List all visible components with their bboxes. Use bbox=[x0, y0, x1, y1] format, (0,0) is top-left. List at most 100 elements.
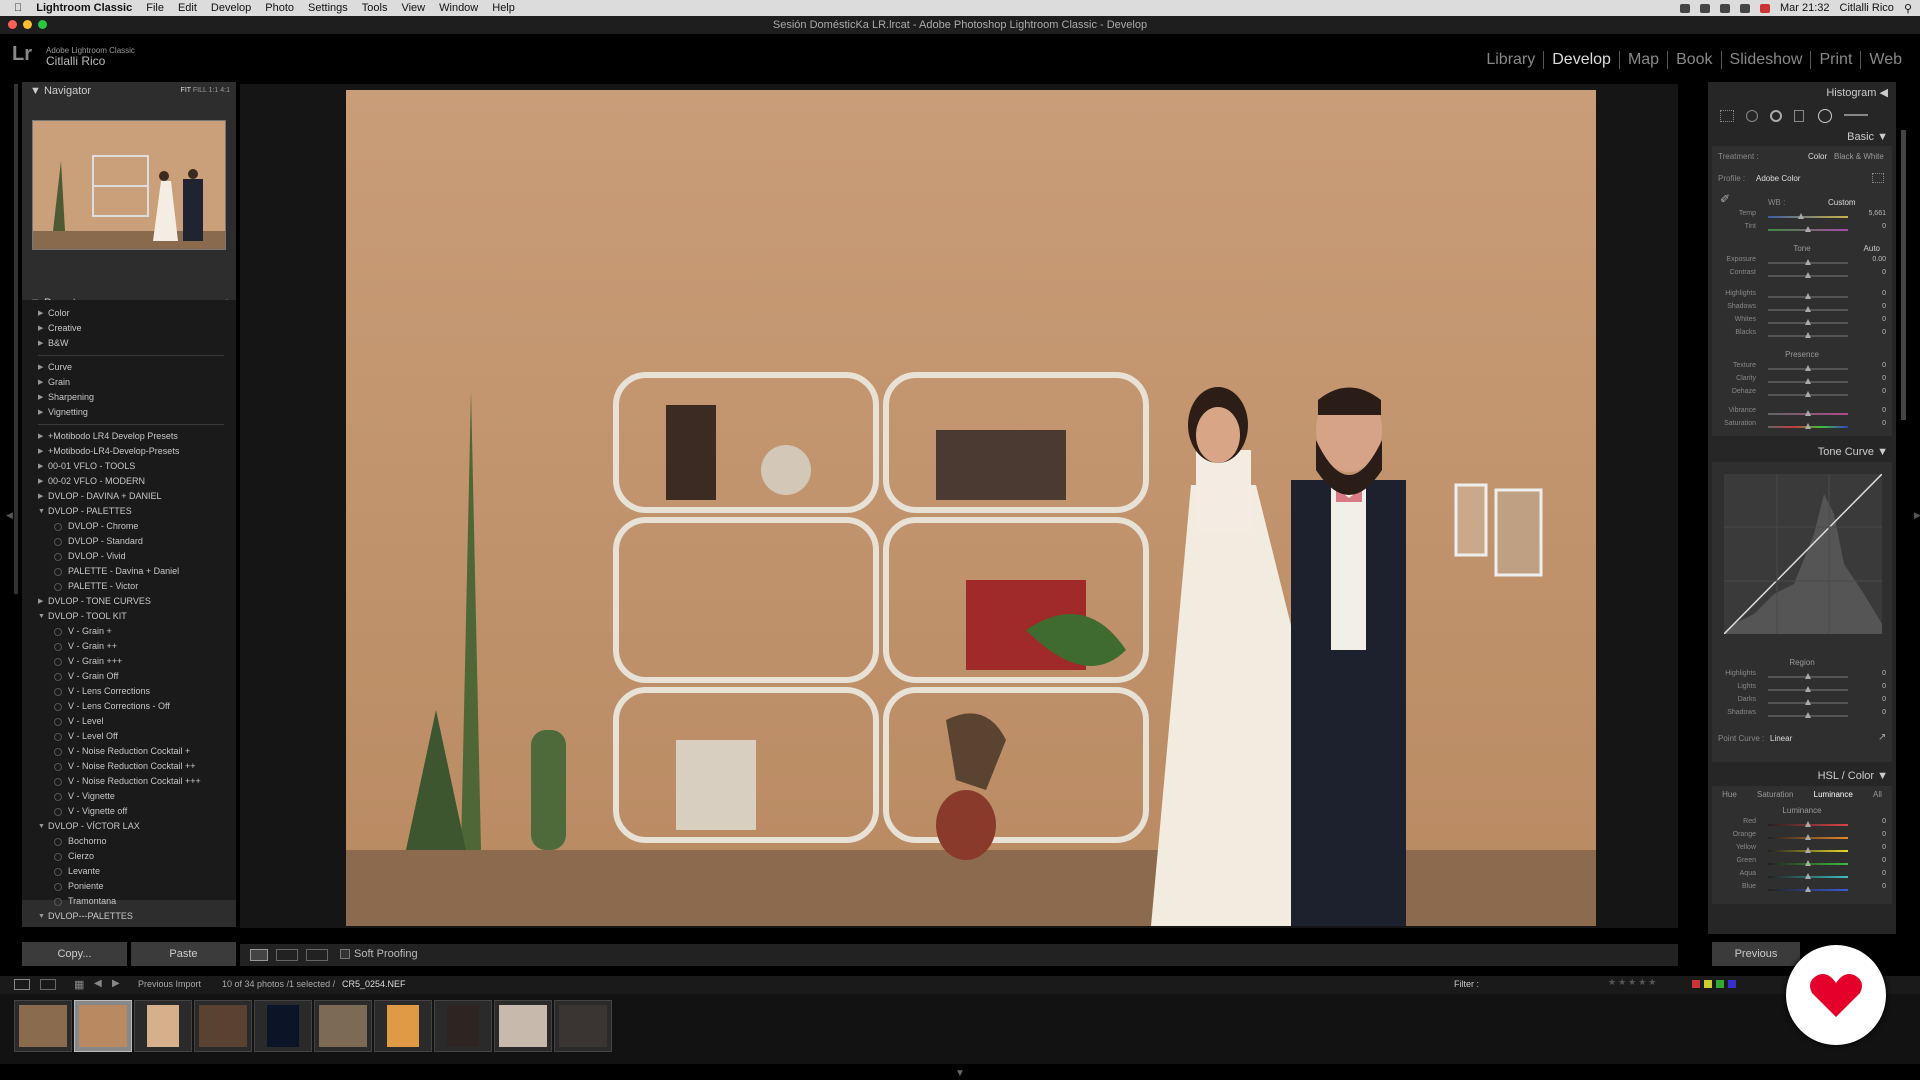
preset-item[interactable]: V - Grain +++ bbox=[22, 654, 236, 669]
preset-item[interactable]: DVLOP - Standard bbox=[22, 534, 236, 549]
exposure-slider[interactable]: Exposure 0.00 bbox=[1712, 256, 1892, 269]
menu-settings[interactable]: Settings bbox=[308, 2, 348, 14]
back-arrow-icon[interactable]: ◀ bbox=[94, 978, 102, 989]
preset-item[interactable]: V - Vignette off bbox=[22, 804, 236, 819]
zoom-4-1[interactable]: 4:1 bbox=[220, 87, 230, 94]
slider-value[interactable]: 0 bbox=[1862, 857, 1886, 864]
collapse-triangle-icon[interactable]: ▼ bbox=[1877, 131, 1888, 143]
slider-knob[interactable] bbox=[1805, 686, 1811, 692]
blacks-slider[interactable]: Blacks 0 bbox=[1712, 329, 1892, 342]
slider-knob[interactable] bbox=[1805, 834, 1811, 840]
rating-filter-stars[interactable]: ★★★★★ bbox=[1608, 977, 1658, 988]
zoom-fit[interactable]: FIT bbox=[181, 87, 191, 94]
preset-item[interactable]: V - Lens Corrections - Off bbox=[22, 699, 236, 714]
clarity-slider[interactable]: Clarity 0 bbox=[1712, 375, 1892, 388]
tab-luminance[interactable]: Luminance bbox=[1814, 786, 1853, 804]
loupe-view-icon[interactable] bbox=[250, 949, 268, 961]
preset-item[interactable]: V - Grain + bbox=[22, 624, 236, 639]
lum-aqua-slider[interactable]: Aqua 0 bbox=[1712, 870, 1892, 883]
color-label-filter-green[interactable] bbox=[1716, 980, 1724, 988]
forward-arrow-icon[interactable]: ▶ bbox=[112, 978, 120, 989]
preset-group[interactable]: ▶ DVLOP - DAVINA + DANIEL bbox=[22, 489, 236, 504]
slider-track[interactable] bbox=[1768, 216, 1848, 218]
filmstrip-thumbnail[interactable] bbox=[554, 1000, 612, 1052]
preset-item[interactable]: Cierzo bbox=[22, 849, 236, 864]
slider-value[interactable]: 0 bbox=[1862, 303, 1886, 310]
slider-value[interactable]: 0 bbox=[1862, 290, 1886, 297]
module-slideshow[interactable]: Slideshow bbox=[1720, 51, 1811, 69]
slider-value[interactable]: 0 bbox=[1862, 670, 1886, 677]
slider-value[interactable]: 5,661 bbox=[1862, 210, 1886, 217]
edit-point-curve-icon[interactable]: ↗ bbox=[1878, 732, 1886, 743]
dehaze-slider[interactable]: Dehaze 0 bbox=[1712, 388, 1892, 401]
preset-group-open[interactable]: ▼ DVLOP - PALETTES bbox=[22, 504, 236, 519]
filmstrip-thumbnail[interactable] bbox=[494, 1000, 552, 1052]
slider-value[interactable]: 0 bbox=[1862, 883, 1886, 890]
slider-knob[interactable] bbox=[1805, 259, 1811, 265]
treatment-color-button[interactable]: Color bbox=[1808, 152, 1827, 161]
preset-group[interactable]: ▶ Grain bbox=[22, 375, 236, 390]
slider-knob[interactable] bbox=[1805, 860, 1811, 866]
disclosure-triangle-icon[interactable]: ▼ bbox=[30, 85, 41, 97]
right-panel-collapse-icon[interactable]: ▶ bbox=[1914, 510, 1920, 521]
menu-window[interactable]: Window bbox=[439, 2, 478, 14]
volume-icon[interactable] bbox=[1740, 3, 1750, 13]
slider-knob[interactable] bbox=[1805, 365, 1811, 371]
tone-curve-graph[interactable] bbox=[1723, 473, 1883, 635]
slider-knob[interactable] bbox=[1805, 712, 1811, 718]
slider-knob[interactable] bbox=[1805, 886, 1811, 892]
hsl-header[interactable]: HSL / Color ▼ bbox=[1708, 766, 1896, 786]
preset-group-open[interactable]: ▼ DVLOP - VÍCTOR LAX bbox=[22, 819, 236, 834]
slider-knob[interactable] bbox=[1805, 873, 1811, 879]
profile-browser-icon[interactable] bbox=[1872, 173, 1884, 183]
preset-group[interactable]: ▶ Vignetting bbox=[22, 405, 236, 420]
filmstrip-thumbnail[interactable] bbox=[374, 1000, 432, 1052]
lum-orange-slider[interactable]: Orange 0 bbox=[1712, 831, 1892, 844]
preset-group[interactable]: ▶ Color bbox=[22, 306, 236, 321]
lum-red-slider[interactable]: Red 0 bbox=[1712, 818, 1892, 831]
slider-value[interactable]: 0 bbox=[1862, 709, 1886, 716]
wb-dropdown[interactable]: Custom bbox=[1828, 198, 1856, 207]
lum-green-slider[interactable]: Green 0 bbox=[1712, 857, 1892, 870]
point-curve-dropdown[interactable]: Linear bbox=[1770, 734, 1792, 743]
slider-value[interactable]: 0 bbox=[1862, 223, 1886, 230]
preset-item[interactable]: V - Grain ++ bbox=[22, 639, 236, 654]
filmstrip-thumbnail-selected[interactable] bbox=[74, 1000, 132, 1052]
lum-yellow-slider[interactable]: Yellow 0 bbox=[1712, 844, 1892, 857]
menu-help[interactable]: Help bbox=[492, 2, 515, 14]
preset-item[interactable]: Bochorno bbox=[22, 834, 236, 849]
tone-curve-header[interactable]: Tone Curve ▼ bbox=[1708, 442, 1896, 462]
preset-item[interactable]: V - Lens Corrections bbox=[22, 684, 236, 699]
slider-value[interactable]: 0 bbox=[1862, 831, 1886, 838]
soft-proofing-checkbox[interactable] bbox=[340, 949, 350, 959]
preset-item[interactable]: V - Noise Reduction Cocktail +++ bbox=[22, 774, 236, 789]
preset-item[interactable]: V - Noise Reduction Cocktail + bbox=[22, 744, 236, 759]
region-shadows-slider[interactable]: Shadows 0 bbox=[1712, 709, 1892, 722]
slider-value[interactable]: 0 bbox=[1862, 683, 1886, 690]
filmstrip-thumbnail[interactable] bbox=[314, 1000, 372, 1052]
slider-value[interactable]: 0 bbox=[1862, 420, 1886, 427]
region-highlights-slider[interactable]: Highlights 0 bbox=[1712, 670, 1892, 683]
before-after-icon[interactable] bbox=[276, 949, 298, 961]
menu-edit[interactable]: Edit bbox=[178, 2, 197, 14]
slider-value[interactable]: 0 bbox=[1862, 407, 1886, 414]
slider-value[interactable]: 0 bbox=[1862, 870, 1886, 877]
slider-value[interactable]: 0 bbox=[1862, 375, 1886, 382]
navigator-preview[interactable] bbox=[32, 120, 226, 250]
filmstrip-thumbnail[interactable] bbox=[434, 1000, 492, 1052]
zoom-fill[interactable]: FILL bbox=[193, 87, 207, 94]
spotlight-icon[interactable]: ⚲ bbox=[1904, 2, 1912, 15]
preset-group[interactable]: ▶ +Motibodo-LR4-Develop-Presets bbox=[22, 444, 236, 459]
red-eye-icon[interactable] bbox=[1770, 110, 1782, 122]
adjustment-brush-icon[interactable] bbox=[1844, 114, 1868, 116]
slider-knob[interactable] bbox=[1805, 332, 1811, 338]
contrast-slider[interactable]: Contrast 0 bbox=[1712, 269, 1892, 282]
primary-display-icon[interactable] bbox=[14, 979, 30, 990]
apple-icon[interactable]:  bbox=[14, 2, 22, 14]
graduated-filter-icon[interactable] bbox=[1794, 110, 1804, 122]
filmstrip-thumbnail[interactable] bbox=[14, 1000, 72, 1052]
left-panel-collapse-icon[interactable]: ◀ bbox=[6, 510, 13, 521]
preset-group[interactable]: ▶ Creative bbox=[22, 321, 236, 336]
preset-group[interactable]: ▶ Curve bbox=[22, 360, 236, 375]
preset-item[interactable]: V - Grain Off bbox=[22, 669, 236, 684]
